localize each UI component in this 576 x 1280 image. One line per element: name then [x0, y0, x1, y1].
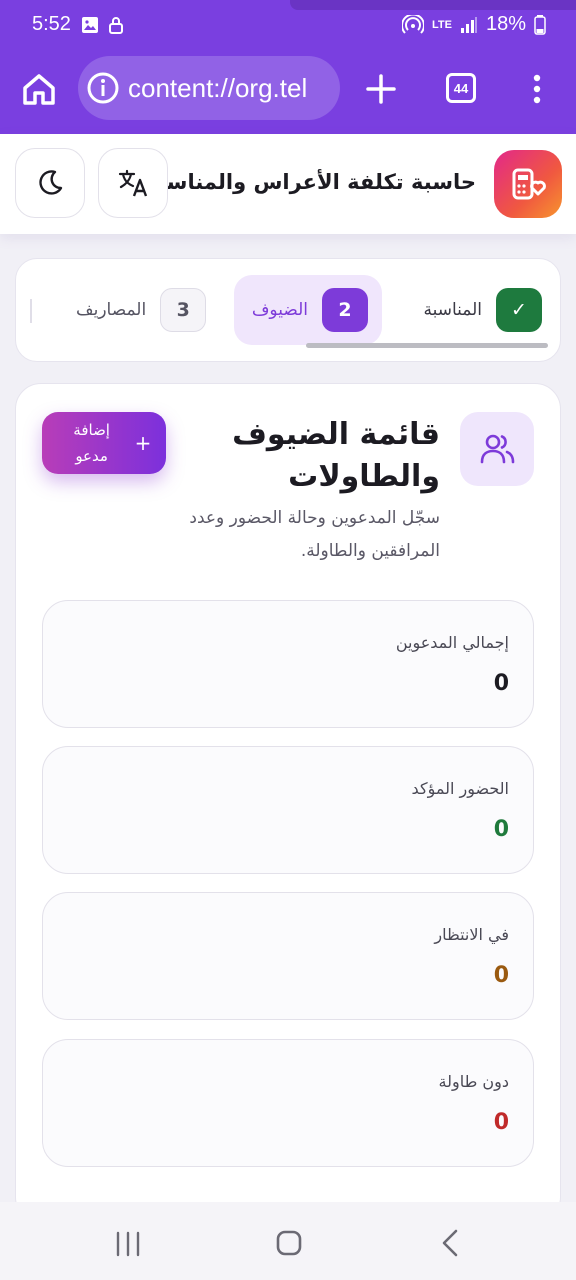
image-icon [82, 17, 98, 33]
app-logo [494, 150, 562, 218]
step-event-label: المناسبة [423, 300, 482, 320]
info-icon[interactable] [86, 71, 120, 105]
translate-icon [118, 169, 148, 197]
wizard-stepper: ✓ المناسبة 2 الضيوف 3 المصاريف [15, 258, 561, 362]
section-title: قائمة الضيوف والطاولات [232, 417, 440, 494]
app-header: حاسبة تكلفة الأعراس والمناسبات [0, 134, 576, 234]
status-time: 5:52 [32, 13, 71, 35]
stat-label: في الانتظار [434, 925, 509, 944]
stat-label: إجمالي المدعوين [395, 633, 509, 652]
stat-label: دون طاولة [438, 1072, 509, 1091]
translate-button[interactable] [98, 148, 168, 218]
recent-apps-icon[interactable] [114, 1230, 142, 1258]
step-guests[interactable]: 2 الضيوف [234, 275, 382, 345]
browser-toolbar: content://org.tel 44 [0, 52, 576, 134]
stat-value: 0 [493, 1110, 509, 1135]
step-guests-label: الضيوف [251, 300, 308, 320]
stat-label: الحضور المؤكد [411, 779, 509, 798]
moon-icon [39, 170, 63, 195]
stepper-divider [30, 299, 32, 323]
step-event[interactable]: ✓ المناسبة [423, 275, 542, 345]
stat-total-invited: إجمالي المدعوين 0 [42, 600, 534, 728]
status-right-group: LTE 18% [402, 13, 546, 36]
back-icon[interactable] [438, 1228, 462, 1258]
tab-switcher-button[interactable]: 44 [446, 73, 476, 103]
app-title: حاسبة تكلفة الأعراس والمناسبات [129, 170, 476, 194]
stat-confirmed: الحضور المؤكد 0 [42, 746, 534, 874]
stat-no-table: دون طاولة 0 [42, 1039, 534, 1167]
add-guest-label: إضافة مدعو [73, 421, 110, 465]
url-bar[interactable]: content://org.tel [78, 56, 340, 120]
step-expenses[interactable]: 3 المصاريف [76, 275, 207, 345]
step-expenses-number: 3 [160, 288, 207, 332]
system-nav-bar [0, 1202, 576, 1280]
battery-icon [534, 14, 546, 35]
home-icon[interactable] [20, 70, 58, 108]
more-menu-icon[interactable] [524, 70, 550, 108]
step-event-number: ✓ [496, 288, 542, 332]
status-bar: 5:52 LTE 18% [0, 0, 576, 52]
users-icon [480, 434, 515, 464]
section-description: سجّل المدعوين وحالة الحضور وعدد المرافقي… [189, 508, 440, 561]
calculator-heart-icon [512, 168, 546, 200]
network-type: LTE [432, 18, 452, 31]
status-bar-overlay [290, 0, 576, 10]
home-button-icon[interactable] [275, 1229, 303, 1257]
new-tab-icon[interactable] [362, 70, 400, 108]
stepper-scrollbar[interactable] [306, 343, 548, 348]
dark-mode-button[interactable] [15, 148, 85, 218]
section-icon-box [460, 412, 534, 486]
stat-pending: في الانتظار 0 [42, 892, 534, 1020]
step-guests-number: 2 [322, 288, 368, 332]
signal-icon [460, 16, 477, 33]
add-guest-button[interactable]: + إضافة مدعو [42, 412, 166, 474]
guests-section-card: قائمة الضيوف والطاولات سجّل المدعوين وحا… [15, 383, 561, 1223]
hotspot-icon [402, 14, 424, 34]
plus-icon: + [134, 431, 152, 455]
stat-value: 0 [493, 963, 509, 988]
step-expenses-label: المصاريف [76, 300, 147, 320]
stat-value: 0 [493, 671, 509, 696]
stat-value: 0 [493, 817, 509, 842]
url-text[interactable]: content://org.tel [128, 73, 307, 104]
battery-level: 18% [485, 13, 526, 35]
lock-icon [109, 17, 123, 34]
